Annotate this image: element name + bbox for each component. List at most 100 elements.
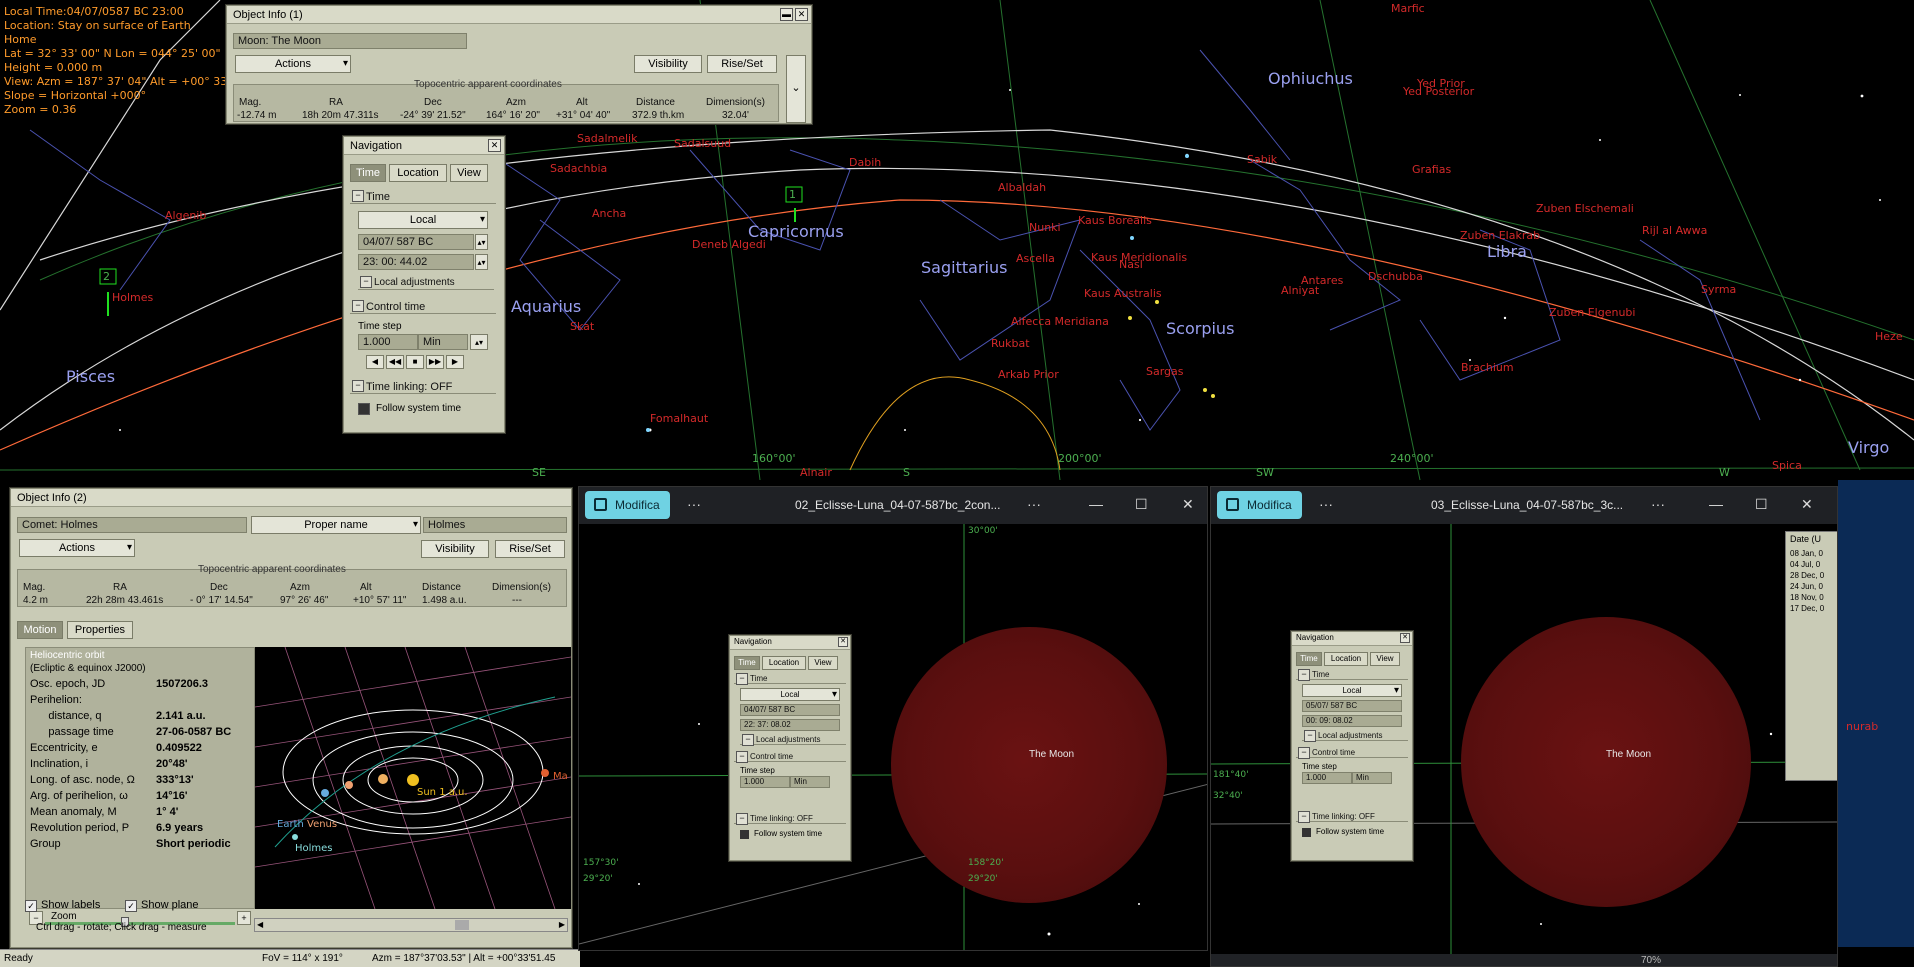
time-step-field[interactable]: 1.000 <box>1302 772 1352 784</box>
close-icon[interactable]: ✕ <box>1182 496 1194 513</box>
tab-location[interactable]: Location <box>1324 652 1368 666</box>
close-icon[interactable]: ✕ <box>1400 633 1410 643</box>
time-step-field[interactable]: 1.000 <box>358 334 418 350</box>
local-adjustments-header[interactable]: Local adjustments <box>358 276 494 290</box>
minimize-icon[interactable]: ▬ <box>780 8 793 21</box>
time-linking-header[interactable]: Time linking: OFF <box>350 380 496 394</box>
control-time-header[interactable]: Control time <box>1296 747 1408 759</box>
tab-location[interactable]: Location <box>389 164 447 182</box>
scroll-left-icon[interactable]: ◀ <box>257 920 263 929</box>
coord-value: +31° 04' 40" <box>556 110 611 121</box>
date-list-item[interactable]: 28 Dec, 0 <box>1790 570 1824 581</box>
minimize-icon[interactable]: — <box>1709 496 1723 512</box>
time-section-header[interactable]: Time <box>734 673 846 685</box>
date-list-item[interactable]: 17 Dec, 0 <box>1790 603 1824 614</box>
date-list-item[interactable]: 24 Jun, 0 <box>1790 581 1824 592</box>
step-forward-icon[interactable]: ▶▶ <box>426 355 444 369</box>
edit-button[interactable]: Modifica <box>1217 491 1302 519</box>
follow-system-checkbox[interactable] <box>358 403 370 415</box>
time-linking-header[interactable]: Time linking: OFF <box>1296 811 1408 823</box>
orbit-view[interactable] <box>255 647 571 909</box>
object-name-field[interactable]: Comet: Holmes <box>17 517 247 533</box>
object-info-1-titlebar[interactable]: Object Info (1) ▬ ✕ <box>227 6 811 24</box>
close-icon[interactable]: ✕ <box>1801 496 1813 513</box>
riseset-button[interactable]: Rise/Set <box>707 55 777 73</box>
show-plane-checkbox[interactable]: ✓ <box>125 900 137 912</box>
actions-dropdown[interactable]: Actions <box>235 55 351 73</box>
close-icon[interactable]: ✕ <box>838 637 848 647</box>
tab-location[interactable]: Location <box>762 656 806 670</box>
visibility-button[interactable]: Visibility <box>634 55 702 73</box>
time-section-header[interactable]: Time <box>350 190 496 204</box>
tab-motion[interactable]: Motion <box>17 621 63 639</box>
time-step-field[interactable]: 1.000 <box>740 776 790 788</box>
scroll-thumb[interactable] <box>455 920 469 930</box>
step-back-icon[interactable]: ◀◀ <box>386 355 404 369</box>
more-icon[interactable]: ··· <box>1651 496 1665 512</box>
close-icon[interactable]: ✕ <box>795 8 808 21</box>
scroll-right-icon[interactable]: ▶ <box>559 920 565 929</box>
step-forward-fast-icon[interactable]: ▶ <box>446 355 464 369</box>
maximize-icon[interactable]: ☐ <box>1755 496 1768 513</box>
time-step-unit[interactable]: Min <box>790 776 830 788</box>
time-section-header[interactable]: Time <box>1296 669 1408 681</box>
tab-time[interactable]: Time <box>734 656 760 670</box>
date-list-item[interactable]: 18 Nov, 0 <box>1790 592 1824 603</box>
step-back-fast-icon[interactable]: ◀ <box>366 355 384 369</box>
eclipsed-moon[interactable] <box>891 627 1167 903</box>
stop-icon[interactable]: ■ <box>406 355 424 369</box>
close-icon[interactable]: ✕ <box>488 139 501 152</box>
spin-icon[interactable]: ▴▾ <box>475 234 488 250</box>
name-mode-dropdown[interactable]: Proper name <box>251 516 421 534</box>
zoom-in-icon[interactable]: + <box>237 911 251 925</box>
expand-chevron-icon[interactable]: ⌄ <box>786 55 806 123</box>
spin-icon[interactable]: ▴▾ <box>470 334 488 350</box>
follow-system-checkbox[interactable] <box>740 830 749 839</box>
minimize-icon[interactable]: — <box>1089 496 1103 512</box>
control-time-header[interactable]: Control time <box>734 751 846 763</box>
time-step-unit[interactable]: Min <box>1352 772 1392 784</box>
tab-view[interactable]: View <box>808 656 838 670</box>
time-linking-header[interactable]: Time linking: OFF <box>734 813 846 825</box>
show-labels-checkbox[interactable]: ✓ <box>25 900 37 912</box>
time-mode-dropdown[interactable]: Local <box>358 211 488 229</box>
time-mode-dropdown[interactable]: Local <box>740 688 840 701</box>
navigation-titlebar[interactable]: Navigation ✕ <box>344 137 504 155</box>
more-icon[interactable]: ··· <box>1027 496 1041 512</box>
spin-icon[interactable]: ▴▾ <box>475 254 488 270</box>
time-field[interactable]: 22: 37: 08.02 <box>740 719 840 731</box>
riseset-button[interactable]: Rise/Set <box>495 540 565 558</box>
date-field[interactable]: 04/07/ 587 BC <box>358 234 474 250</box>
name-value-field[interactable]: Holmes <box>423 517 567 533</box>
date-list-item[interactable]: 08 Jan, 0 <box>1790 548 1824 559</box>
more-icon[interactable]: ··· <box>687 496 701 512</box>
local-adjustments-header[interactable]: Local adjustments <box>1302 730 1408 742</box>
time-step-unit[interactable]: Min <box>418 334 468 350</box>
tab-time[interactable]: Time <box>1296 652 1322 666</box>
edit-button[interactable]: Modifica <box>585 491 670 519</box>
object-name-field[interactable]: Moon: The Moon <box>233 33 467 49</box>
date-list[interactable]: Date (U 08 Jan, 0 04 Jul, 0 28 Dec, 0 24 Ju… <box>1785 531 1837 781</box>
follow-system-checkbox[interactable] <box>1302 828 1311 837</box>
object-marker-1[interactable]: 1 <box>789 188 796 201</box>
more-icon[interactable]: ··· <box>1319 496 1333 512</box>
visibility-button[interactable]: Visibility <box>421 540 489 558</box>
tab-properties[interactable]: Properties <box>67 621 133 639</box>
orbit-horizontal-scrollbar[interactable]: ◀ ▶ <box>254 918 568 932</box>
tab-time[interactable]: Time <box>350 164 386 182</box>
date-list-item[interactable]: 04 Jul, 0 <box>1790 559 1824 570</box>
control-time-header[interactable]: Control time <box>350 300 496 314</box>
time-field[interactable]: 23: 00: 44.02 <box>358 254 474 270</box>
tab-view[interactable]: View <box>450 164 488 182</box>
eclipsed-moon[interactable] <box>1461 617 1751 907</box>
time-mode-dropdown[interactable]: Local <box>1302 684 1402 697</box>
date-field[interactable]: 05/07/ 587 BC <box>1302 700 1402 712</box>
maximize-icon[interactable]: ☐ <box>1135 496 1148 513</box>
local-adjustments-header[interactable]: Local adjustments <box>740 734 846 746</box>
time-field[interactable]: 00: 09: 08.02 <box>1302 715 1402 727</box>
actions-dropdown[interactable]: Actions <box>19 539 135 557</box>
date-field[interactable]: 04/07/ 587 BC <box>740 704 840 716</box>
object-marker-2[interactable]: 2 <box>103 270 110 283</box>
object-info-2-titlebar[interactable]: Object Info (2) <box>11 489 571 507</box>
tab-view[interactable]: View <box>1370 652 1400 666</box>
